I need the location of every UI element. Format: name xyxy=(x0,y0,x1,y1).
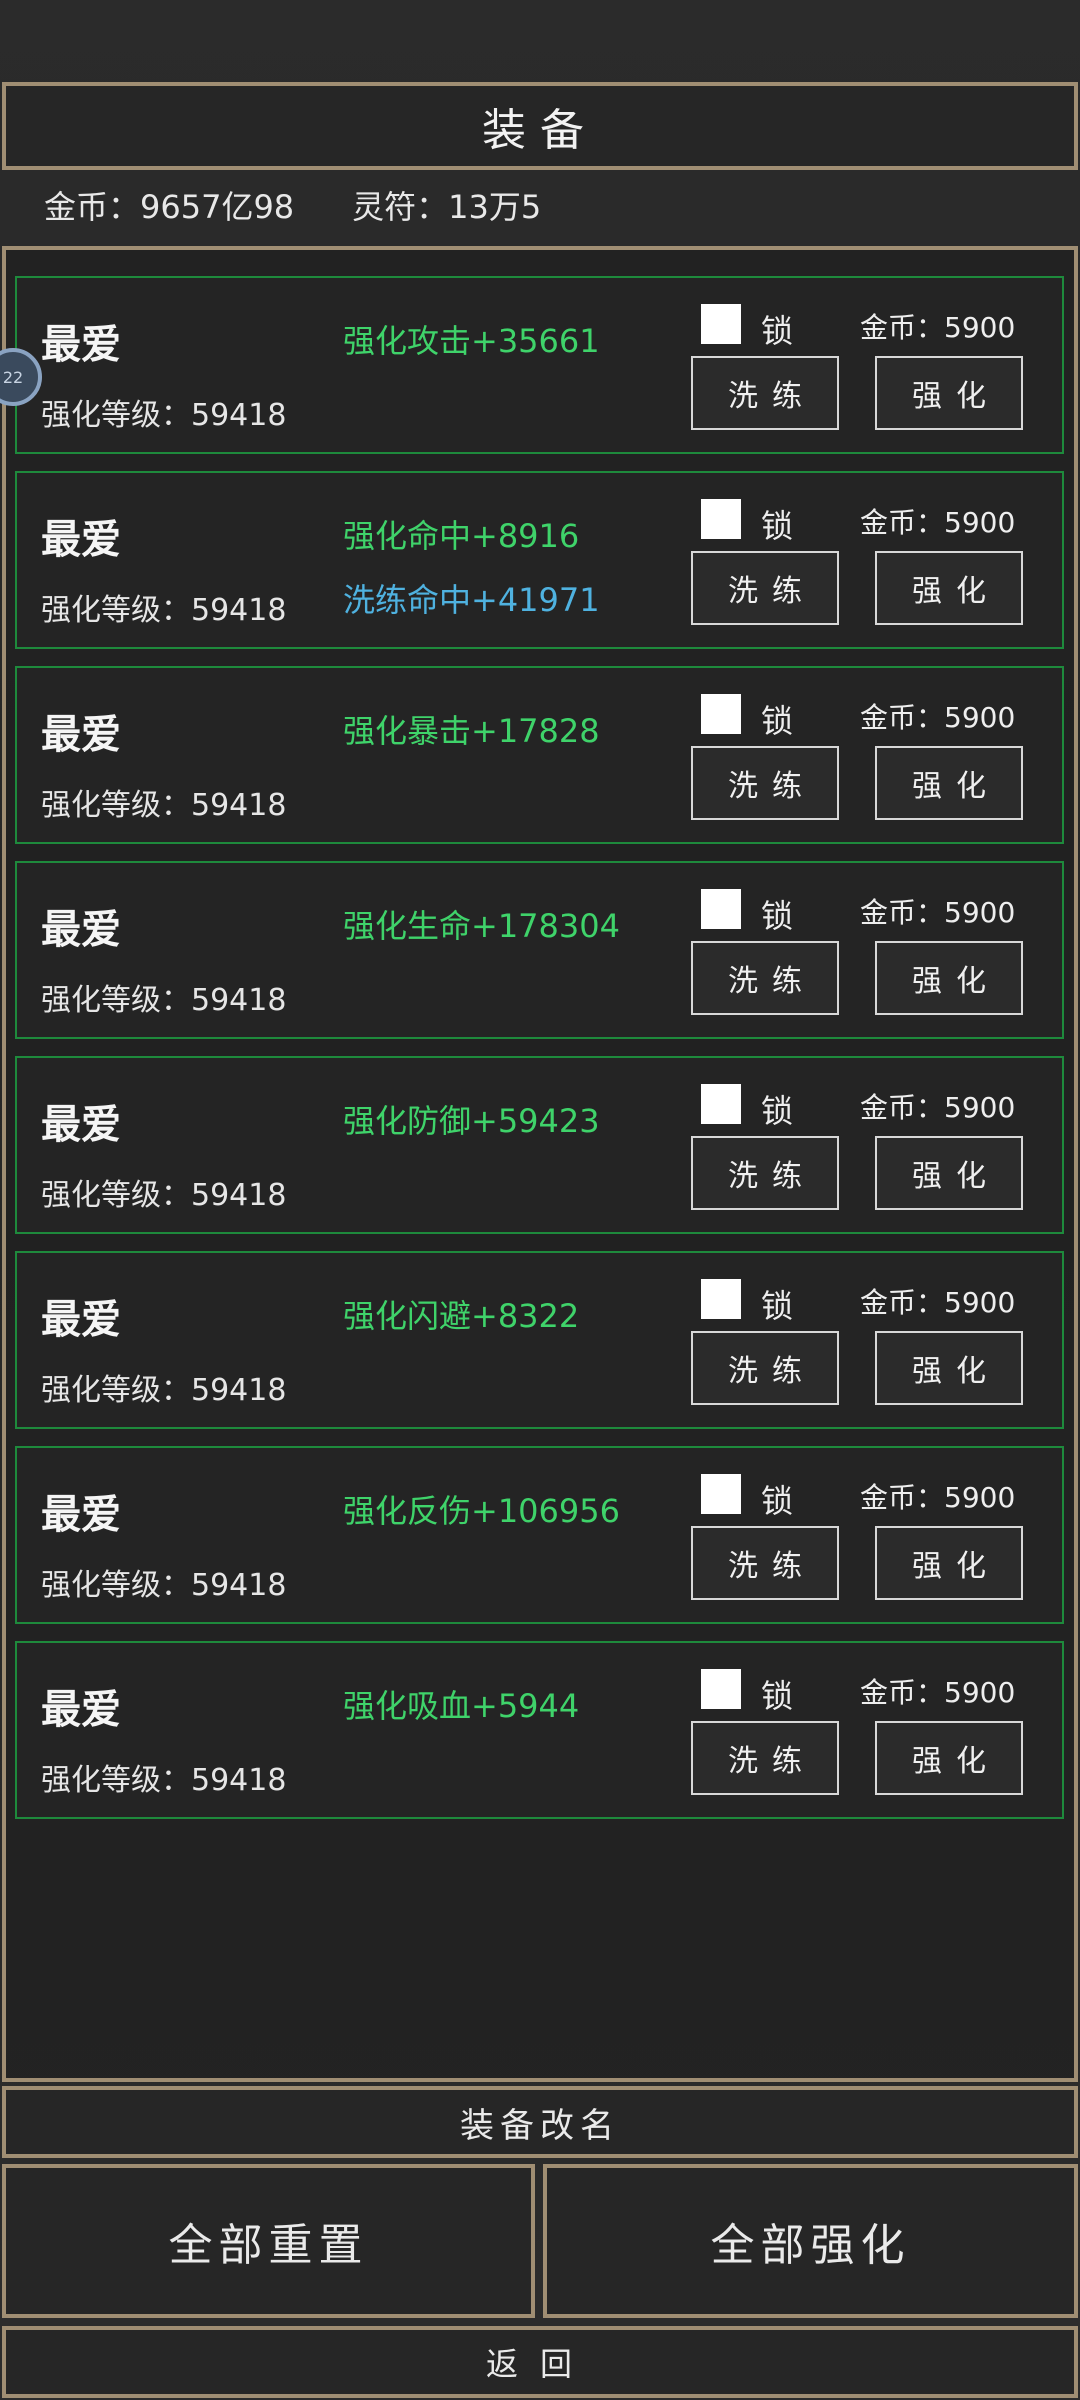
gold-amount: 金币：9657亿98 xyxy=(44,188,295,226)
equipment-card: 最爱强化等级：59418 强化反伤+106956 锁 金币：5900 洗练 强化 xyxy=(15,1446,1064,1624)
lock-label: 锁 xyxy=(761,1287,794,1325)
lock-checkbox[interactable] xyxy=(701,1669,741,1709)
equipment-card: 最爱强化等级：59418 强化命中+8916 洗练命中+41971 锁 金币：5900 洗… xyxy=(15,471,1064,649)
talisman-amount: 灵符：13万5 xyxy=(352,188,542,226)
equipment-name: 最爱 xyxy=(41,1687,121,1733)
upgrade-all-button[interactable]: 全部强化 xyxy=(543,2164,1078,2318)
lock-checkbox[interactable] xyxy=(701,304,741,344)
refine-stat: 洗练命中+41971 xyxy=(343,581,600,619)
upgrade-level: 强化等级：59418 xyxy=(41,593,287,628)
equipment-name: 最爱 xyxy=(41,1102,121,1148)
upgrade-stat: 强化防御+59423 xyxy=(343,1102,600,1140)
upgrade-button[interactable]: 强化 xyxy=(875,1331,1023,1405)
upgrade-cost: 金币：5900 xyxy=(860,701,1016,734)
equipment-card: 最爱强化等级：59418 强化生命+178304 锁 金币：5900 洗练 强化 xyxy=(15,861,1064,1039)
upgrade-cost: 金币：5900 xyxy=(860,506,1016,539)
refine-button[interactable]: 洗练 xyxy=(691,1136,839,1210)
upgrade-level: 强化等级：59418 xyxy=(41,983,287,1018)
upgrade-button[interactable]: 强化 xyxy=(875,551,1023,625)
lock-label: 锁 xyxy=(761,1092,794,1130)
lock-checkbox[interactable] xyxy=(701,1474,741,1514)
upgrade-cost: 金币：5900 xyxy=(860,311,1016,344)
back-button[interactable]: 返回 xyxy=(2,2326,1078,2398)
upgrade-cost: 金币：5900 xyxy=(860,1481,1016,1514)
refine-button[interactable]: 洗练 xyxy=(691,551,839,625)
equipment-name: 最爱 xyxy=(41,517,121,563)
equipment-name: 最爱 xyxy=(41,907,121,953)
equipment-name: 最爱 xyxy=(41,1297,121,1343)
upgrade-cost: 金币：5900 xyxy=(860,896,1016,929)
equipment-card: 最爱强化等级：59418 强化攻击+35661 锁 金币：5900 洗练 强化 xyxy=(15,276,1064,454)
upgrade-button[interactable]: 强化 xyxy=(875,746,1023,820)
lock-checkbox[interactable] xyxy=(701,1084,741,1124)
upgrade-stat: 强化生命+178304 xyxy=(343,907,620,945)
upgrade-level: 强化等级：59418 xyxy=(41,788,287,823)
page-title: 装备 xyxy=(2,82,1078,170)
lock-label: 锁 xyxy=(761,507,794,545)
upgrade-button[interactable]: 强化 xyxy=(875,941,1023,1015)
refine-button[interactable]: 洗练 xyxy=(691,356,839,430)
upgrade-stat: 强化闪避+8322 xyxy=(343,1297,580,1335)
upgrade-cost: 金币：5900 xyxy=(860,1286,1016,1319)
refine-button[interactable]: 洗练 xyxy=(691,746,839,820)
lock-checkbox[interactable] xyxy=(701,1279,741,1319)
equipment-card: 最爱强化等级：59418 强化闪避+8322 锁 金币：5900 洗练 强化 xyxy=(15,1251,1064,1429)
upgrade-button[interactable]: 强化 xyxy=(875,356,1023,430)
lock-label: 锁 xyxy=(761,312,794,350)
lock-checkbox[interactable] xyxy=(701,889,741,929)
upgrade-level: 强化等级：59418 xyxy=(41,1373,287,1408)
currency-bar: 金币：9657亿98 灵符：13万5 xyxy=(44,182,541,228)
refine-button[interactable]: 洗练 xyxy=(691,1331,839,1405)
equipment-card: 最爱强化等级：59418 强化防御+59423 锁 金币：5900 洗练 强化 xyxy=(15,1056,1064,1234)
upgrade-stat: 强化命中+8916 xyxy=(343,517,580,555)
upgrade-level: 强化等级：59418 xyxy=(41,1178,287,1213)
lock-checkbox[interactable] xyxy=(701,499,741,539)
equipment-card: 最爱强化等级：59418 强化吸血+5944 锁 金币：5900 洗练 强化 xyxy=(15,1641,1064,1819)
upgrade-level: 强化等级：59418 xyxy=(41,1763,287,1798)
upgrade-stat: 强化吸血+5944 xyxy=(343,1687,580,1725)
lock-label: 锁 xyxy=(761,897,794,935)
upgrade-button[interactable]: 强化 xyxy=(875,1721,1023,1795)
equipment-name: 最爱 xyxy=(41,322,121,368)
equipment-name: 最爱 xyxy=(41,1492,121,1538)
equipment-name: 最爱 xyxy=(41,712,121,758)
refine-button[interactable]: 洗练 xyxy=(691,941,839,1015)
upgrade-level: 强化等级：59418 xyxy=(41,1568,287,1603)
upgrade-level: 强化等级：59418 xyxy=(41,398,287,433)
lock-label: 锁 xyxy=(761,1677,794,1715)
upgrade-cost: 金币：5900 xyxy=(860,1091,1016,1124)
upgrade-cost: 金币：5900 xyxy=(860,1676,1016,1709)
lock-checkbox[interactable] xyxy=(701,694,741,734)
equipment-card: 最爱强化等级：59418 强化暴击+17828 锁 金币：5900 洗练 强化 xyxy=(15,666,1064,844)
refine-button[interactable]: 洗练 xyxy=(691,1721,839,1795)
upgrade-stat: 强化暴击+17828 xyxy=(343,712,600,750)
lock-label: 锁 xyxy=(761,1482,794,1520)
upgrade-button[interactable]: 强化 xyxy=(875,1136,1023,1210)
upgrade-button[interactable]: 强化 xyxy=(875,1526,1023,1600)
lock-label: 锁 xyxy=(761,702,794,740)
upgrade-stat: 强化攻击+35661 xyxy=(343,322,600,360)
upgrade-stat: 强化反伤+106956 xyxy=(343,1492,620,1530)
rename-equipment-button[interactable]: 装备改名 xyxy=(2,2086,1078,2158)
refine-button[interactable]: 洗练 xyxy=(691,1526,839,1600)
reset-all-button[interactable]: 全部重置 xyxy=(2,2164,535,2318)
